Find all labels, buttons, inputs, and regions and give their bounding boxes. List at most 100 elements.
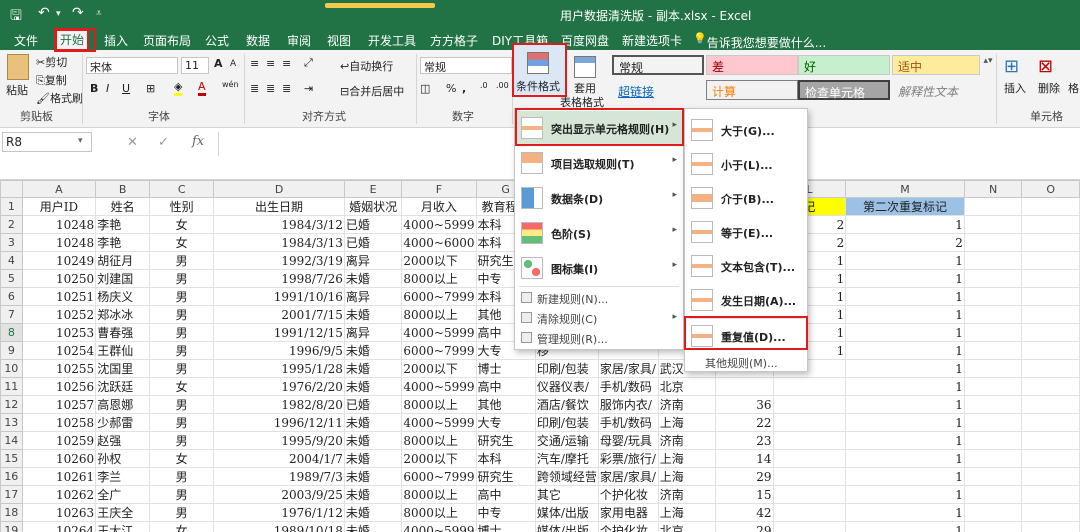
cell[interactable]: 22 bbox=[715, 413, 774, 432]
cell[interactable] bbox=[1021, 215, 1080, 234]
header-cell[interactable]: 婚姻状况 bbox=[343, 197, 403, 216]
cell[interactable]: 研究生 bbox=[475, 467, 536, 486]
currency-icon[interactable]: ◫ bbox=[420, 82, 430, 95]
cell[interactable]: 跨领域经营 bbox=[534, 467, 599, 486]
cell[interactable]: 男 bbox=[149, 323, 215, 342]
cell[interactable]: 1 bbox=[845, 359, 965, 378]
row-header[interactable]: 17 bbox=[0, 485, 23, 504]
cell[interactable] bbox=[772, 395, 847, 414]
cut-button[interactable]: ✂剪切 bbox=[36, 54, 67, 70]
cell[interactable] bbox=[1021, 521, 1080, 532]
cell[interactable]: 高中 bbox=[475, 377, 536, 396]
cell[interactable] bbox=[1021, 503, 1080, 522]
cell[interactable]: 23 bbox=[715, 431, 774, 450]
row-header[interactable]: 18 bbox=[0, 503, 23, 522]
cell[interactable]: 1 bbox=[845, 521, 965, 532]
cell[interactable]: 1992/3/19 bbox=[213, 251, 345, 270]
cell[interactable]: 刘建国 bbox=[95, 269, 151, 288]
style-bad[interactable]: 差 bbox=[706, 55, 798, 75]
cell[interactable]: 全广 bbox=[95, 485, 151, 504]
cell[interactable]: 家用电器 bbox=[597, 503, 659, 522]
cell[interactable] bbox=[963, 485, 1023, 504]
cell[interactable]: 北京 bbox=[657, 521, 717, 532]
cell[interactable]: 1 bbox=[845, 413, 965, 432]
menu-icon-sets[interactable]: 图标集(I) ▸ bbox=[515, 251, 683, 285]
row-header[interactable]: 9 bbox=[0, 341, 23, 360]
align-top-icon[interactable]: ≡ bbox=[250, 57, 259, 70]
tab-insert[interactable]: 插入 bbox=[104, 32, 128, 49]
cell[interactable]: 4000~5999 bbox=[401, 521, 477, 532]
cell[interactable] bbox=[963, 359, 1023, 378]
cell[interactable]: 上海 bbox=[657, 503, 717, 522]
cell[interactable] bbox=[963, 233, 1023, 252]
row-header[interactable]: 19 bbox=[0, 521, 23, 532]
header-cell[interactable]: 性别 bbox=[149, 197, 215, 216]
cell[interactable]: 10264 bbox=[21, 521, 97, 532]
cell[interactable]: 1 bbox=[845, 485, 965, 504]
cell[interactable]: 10261 bbox=[21, 467, 97, 486]
indent-icon[interactable]: ⇥ bbox=[304, 82, 313, 95]
row-header[interactable]: 7 bbox=[0, 305, 23, 324]
column-header[interactable]: F bbox=[401, 180, 477, 198]
cell[interactable]: 媒体/出版 bbox=[534, 503, 599, 522]
cancel-icon[interactable]: ✕ bbox=[127, 135, 138, 150]
row-header[interactable]: 3 bbox=[0, 233, 23, 252]
cell[interactable] bbox=[963, 413, 1023, 432]
comma-icon[interactable]: , bbox=[462, 82, 466, 95]
style-check-cell[interactable]: 检查单元格 bbox=[798, 80, 890, 100]
cell[interactable] bbox=[1021, 269, 1080, 288]
cell[interactable]: 1 bbox=[845, 395, 965, 414]
tab-fangfang[interactable]: 方方格子 bbox=[430, 32, 478, 49]
chevron-down-icon[interactable]: ▾ bbox=[78, 136, 83, 146]
style-normal[interactable]: 常规 bbox=[612, 55, 704, 75]
tab-file[interactable]: 文件 bbox=[14, 32, 38, 49]
tab-developer[interactable]: 开发工具 bbox=[368, 32, 416, 49]
cell[interactable]: 郑冰冰 bbox=[95, 305, 151, 324]
font-name-select[interactable]: 宋体 bbox=[86, 57, 178, 74]
cell[interactable]: 交通/运输 bbox=[534, 431, 599, 450]
header-cell[interactable]: 月收入 bbox=[401, 197, 477, 216]
cell[interactable]: 未婚 bbox=[343, 485, 403, 504]
column-header[interactable]: B bbox=[95, 180, 151, 198]
customize-icon[interactable]: ⩡ bbox=[96, 8, 102, 19]
font-size-select[interactable]: 11 bbox=[181, 57, 209, 74]
cell[interactable]: 29 bbox=[715, 521, 774, 532]
row-header[interactable]: 10 bbox=[0, 359, 23, 378]
cell[interactable]: 女 bbox=[149, 215, 215, 234]
cell[interactable] bbox=[772, 431, 847, 450]
cell[interactable]: 8000以上 bbox=[401, 485, 477, 504]
increase-decimal-icon[interactable]: .0 bbox=[480, 81, 488, 90]
cell[interactable]: 1 bbox=[845, 341, 965, 360]
header-cell[interactable] bbox=[1021, 197, 1080, 216]
select-all-corner[interactable] bbox=[0, 180, 23, 198]
cell[interactable]: 杨庆义 bbox=[95, 287, 151, 306]
cell[interactable]: 15 bbox=[715, 485, 774, 504]
cell[interactable]: 1976/2/20 bbox=[213, 377, 345, 396]
cell[interactable] bbox=[772, 467, 847, 486]
cell[interactable] bbox=[772, 503, 847, 522]
decrease-decimal-icon[interactable]: .00 bbox=[496, 81, 509, 90]
header-cell[interactable]: 第二次重复标记 bbox=[845, 197, 965, 216]
cell[interactable]: 未婚 bbox=[343, 449, 403, 468]
cell[interactable]: 未婚 bbox=[343, 431, 403, 450]
cell[interactable]: 女 bbox=[149, 521, 215, 532]
number-format-select[interactable]: 常规 bbox=[420, 57, 512, 74]
merge-center-button[interactable]: ⊟合并后居中 bbox=[340, 83, 404, 99]
cell[interactable]: 10263 bbox=[21, 503, 97, 522]
style-calculation[interactable]: 计算 bbox=[706, 80, 798, 100]
cell[interactable] bbox=[963, 503, 1023, 522]
menu-clear-rules[interactable]: 清除规则(C) ▸ bbox=[515, 307, 683, 329]
cell[interactable]: 1 bbox=[845, 449, 965, 468]
cell[interactable]: 媒体/出版 bbox=[534, 521, 599, 532]
cell[interactable]: 8000以上 bbox=[401, 503, 477, 522]
submenu-equal-to[interactable]: 等于(E)... bbox=[685, 215, 807, 249]
cell[interactable]: 1995/9/20 bbox=[213, 431, 345, 450]
fx-icon[interactable]: fx bbox=[192, 134, 204, 149]
cell[interactable]: 1996/9/5 bbox=[213, 341, 345, 360]
cell[interactable]: 2003/9/25 bbox=[213, 485, 345, 504]
cell[interactable]: 10248 bbox=[21, 233, 97, 252]
cell[interactable] bbox=[1021, 413, 1080, 432]
cell[interactable]: 酒店/餐饮 bbox=[534, 395, 599, 414]
cell[interactable]: 4000~5999 bbox=[401, 215, 477, 234]
cell[interactable]: 高中 bbox=[475, 485, 536, 504]
